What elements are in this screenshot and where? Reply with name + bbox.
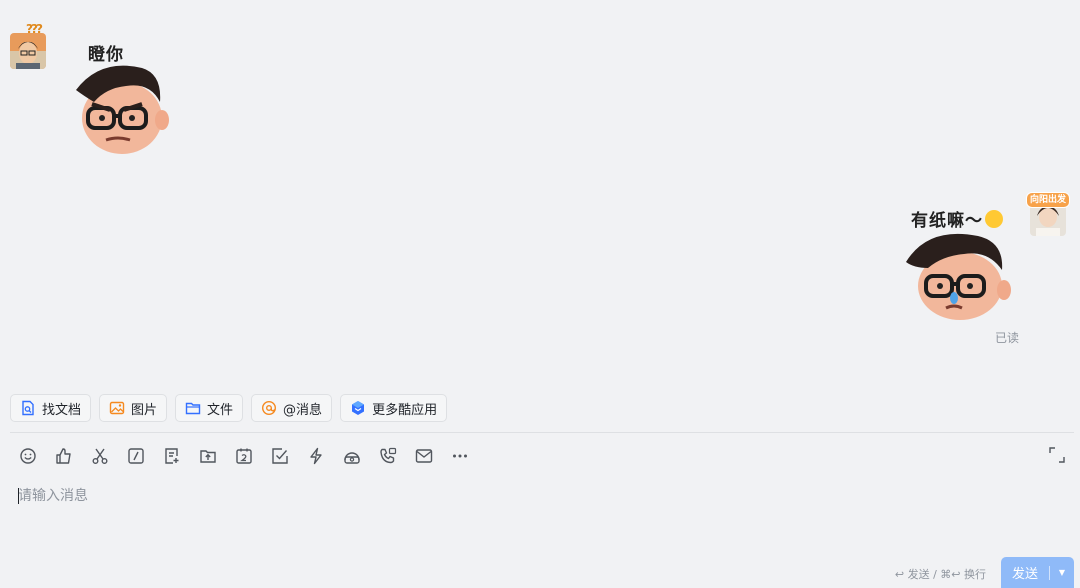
slash-command-button[interactable] bbox=[126, 444, 146, 468]
emoji-icon bbox=[20, 448, 36, 464]
slash-command-icon bbox=[128, 448, 144, 464]
expand-composer-button[interactable] bbox=[1048, 446, 1066, 464]
scissors-icon bbox=[92, 448, 108, 464]
at-icon bbox=[261, 400, 277, 416]
send-options-chevron-icon[interactable]: ▼ bbox=[1050, 568, 1074, 577]
doc-add-icon bbox=[165, 448, 179, 464]
composer-toolbar bbox=[18, 444, 470, 468]
read-status: 已读 bbox=[995, 331, 1020, 345]
phone-button[interactable] bbox=[378, 444, 398, 468]
tissue-emoji-icon bbox=[985, 210, 1003, 228]
find-doc-label: 找文档 bbox=[42, 402, 82, 418]
lightning-icon bbox=[310, 447, 322, 465]
thumbs-up-button[interactable] bbox=[54, 444, 74, 468]
folder-icon bbox=[185, 400, 201, 416]
send-button[interactable]: 发送 ▼ bbox=[1001, 557, 1074, 588]
send-label: 发送 bbox=[1011, 567, 1038, 582]
video-meeting-icon bbox=[344, 452, 360, 464]
phone-icon bbox=[380, 447, 397, 464]
upload-button[interactable] bbox=[198, 444, 218, 468]
question-marks-badge: ??? bbox=[26, 22, 43, 36]
doc-search-icon bbox=[20, 400, 36, 416]
at-message-button[interactable]: @消息 bbox=[251, 394, 333, 422]
more-icon bbox=[453, 454, 467, 458]
calendar-button[interactable] bbox=[234, 444, 254, 468]
more-button[interactable] bbox=[450, 444, 470, 468]
file-label: 文件 bbox=[207, 402, 234, 418]
mail-button[interactable] bbox=[414, 444, 434, 468]
text-caret bbox=[18, 488, 19, 504]
more-apps-label: 更多酷应用 bbox=[372, 402, 438, 418]
todo-icon bbox=[272, 448, 288, 464]
find-doc-button[interactable]: 找文档 bbox=[10, 394, 92, 422]
video-meeting-button[interactable] bbox=[342, 444, 362, 468]
new-doc-button[interactable] bbox=[162, 444, 182, 468]
message-input[interactable] bbox=[18, 484, 918, 508]
image-label: 图片 bbox=[131, 402, 158, 418]
avatar-decoration-badge: 向阳出发 bbox=[1026, 192, 1071, 208]
thumbs-up-icon bbox=[56, 448, 71, 464]
image-icon bbox=[109, 400, 125, 416]
quick-reply-button[interactable] bbox=[306, 444, 326, 468]
upload-icon bbox=[200, 450, 216, 463]
expand-icon bbox=[1049, 447, 1065, 463]
calendar-icon bbox=[236, 448, 252, 464]
shortcut-hint: ↩ 发送 / ⌘↩ 换行 bbox=[894, 568, 986, 581]
screenshot-button[interactable] bbox=[90, 444, 110, 468]
outgoing-sticker-caption: 有纸嘛～ bbox=[911, 206, 1003, 231]
image-button[interactable]: 图片 bbox=[99, 394, 168, 422]
quick-actions-bar: 找文档 图片 文件 @消息 更多酷应用 bbox=[10, 394, 448, 422]
todo-button[interactable] bbox=[270, 444, 290, 468]
apps-icon bbox=[350, 400, 366, 416]
composer-divider bbox=[10, 432, 1074, 433]
outgoing-sticker[interactable] bbox=[904, 232, 1014, 322]
mail-icon bbox=[415, 449, 433, 463]
incoming-sticker[interactable] bbox=[70, 62, 170, 156]
sender-avatar[interactable] bbox=[10, 33, 46, 69]
more-apps-button[interactable]: 更多酷应用 bbox=[340, 394, 448, 422]
at-message-label: @消息 bbox=[283, 402, 323, 418]
file-button[interactable]: 文件 bbox=[175, 394, 244, 422]
emoji-button[interactable] bbox=[18, 444, 38, 468]
